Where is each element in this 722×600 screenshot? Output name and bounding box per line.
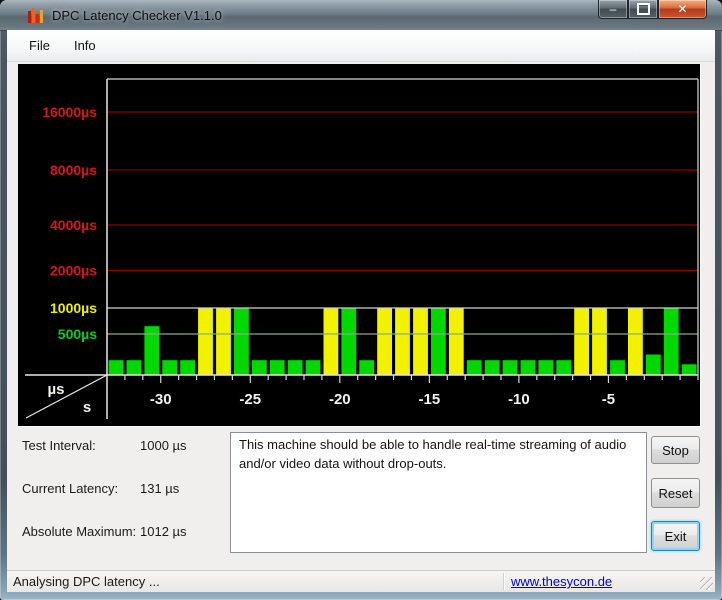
latency-bar <box>592 308 607 375</box>
latency-bar <box>664 308 679 375</box>
close-button[interactable]: ✕ <box>658 0 707 19</box>
latency-bar <box>324 308 339 375</box>
latency-bar <box>234 308 249 375</box>
minimize-button[interactable]: – <box>598 0 628 19</box>
latency-bar <box>556 360 571 375</box>
status-bar: Analysing DPC latency ... www.thesycon.d… <box>7 570 715 592</box>
latency-bar <box>127 360 142 375</box>
current-latency-value: 131 µs <box>140 481 179 496</box>
client-area: File Info 500µs 1000µs 2000µs 4000µs 8000µs 1… <box>7 30 715 592</box>
latency-bar <box>270 360 285 375</box>
x-axis-label: -10 <box>508 391 530 408</box>
resize-grip[interactable] <box>700 577 713 590</box>
maximize-button[interactable] <box>628 0 658 19</box>
maximize-icon <box>637 3 650 15</box>
latency-bar <box>252 360 267 375</box>
latency-bar <box>306 360 321 375</box>
x-axis-label: -25 <box>239 391 261 408</box>
latency-bar <box>449 308 464 375</box>
latency-bar <box>646 355 661 376</box>
status-separator <box>503 573 504 590</box>
latency-chart: 500µs 1000µs 2000µs 4000µs 8000µs 16000µs µs s -… <box>18 64 700 426</box>
y-axis-label: 2000µs <box>50 263 97 279</box>
window-title: DPC Latency Checker V1.1.0 <box>52 8 222 23</box>
current-latency-label: Current Latency: <box>22 481 118 496</box>
latency-bar <box>485 360 500 375</box>
thesycon-link[interactable]: www.thesycon.de <box>511 574 612 589</box>
latency-bar <box>377 308 392 375</box>
result-message-box[interactable]: This machine should be able to handle re… <box>230 432 647 553</box>
x-unit-label: s <box>83 399 91 416</box>
latency-bar <box>503 360 518 375</box>
latency-bar <box>628 308 643 375</box>
y-axis-label: 500µs <box>58 326 97 342</box>
y-axis-label: 8000µs <box>50 162 97 178</box>
test-interval-label: Test Interval: <box>22 438 96 453</box>
latency-bar <box>413 308 428 375</box>
latency-bar <box>109 360 124 375</box>
stop-button[interactable]: Stop <box>651 436 700 464</box>
menu-info[interactable]: Info <box>62 33 108 58</box>
latency-bar <box>341 308 356 375</box>
latency-bar <box>431 308 446 375</box>
x-axis-label: -15 <box>419 391 441 408</box>
latency-bar <box>395 308 410 375</box>
latency-bar <box>521 360 536 375</box>
axis-corner-diagonal <box>26 375 107 418</box>
latency-bar <box>180 360 195 375</box>
x-axis-label: -20 <box>329 391 351 408</box>
latency-bar <box>162 360 177 375</box>
absolute-maximum-value: 1012 µs <box>140 524 187 539</box>
x-axis-label: -5 <box>602 391 615 408</box>
latency-bar <box>359 360 374 375</box>
latency-bar <box>610 360 625 375</box>
y-axis-label: 1000µs <box>50 300 97 316</box>
app-icon <box>28 7 44 23</box>
latency-bar <box>198 308 213 375</box>
window-controls: – ✕ <box>598 0 707 20</box>
absolute-maximum-label: Absolute Maximum: <box>22 524 136 539</box>
status-text: Analysing DPC latency ... <box>13 574 160 589</box>
app-window: DPC Latency Checker V1.1.0 – ✕ File Info… <box>0 0 722 600</box>
exit-button[interactable]: Exit <box>651 521 700 551</box>
latency-bar <box>288 360 303 375</box>
menu-bar: File Info <box>7 30 715 62</box>
y-unit-label: µs <box>48 381 65 398</box>
latency-bar <box>216 308 231 375</box>
x-axis-label: -30 <box>150 391 172 408</box>
latency-bar <box>574 308 589 375</box>
minimize-icon: – <box>610 3 617 15</box>
y-axis-label: 16000µs <box>42 104 97 120</box>
chart-panel: 500µs 1000µs 2000µs 4000µs 8000µs 16000µs µs s -… <box>18 64 700 426</box>
menu-file[interactable]: File <box>17 33 62 58</box>
y-axis-label: 4000µs <box>50 217 97 233</box>
latency-bar <box>682 364 697 375</box>
test-interval-value: 1000 µs <box>140 438 187 453</box>
latency-bar <box>467 360 482 375</box>
reset-button[interactable]: Reset <box>651 478 700 508</box>
latency-bar <box>538 360 553 375</box>
close-icon: ✕ <box>677 3 687 15</box>
title-bar: DPC Latency Checker V1.1.0 – ✕ <box>0 0 722 31</box>
